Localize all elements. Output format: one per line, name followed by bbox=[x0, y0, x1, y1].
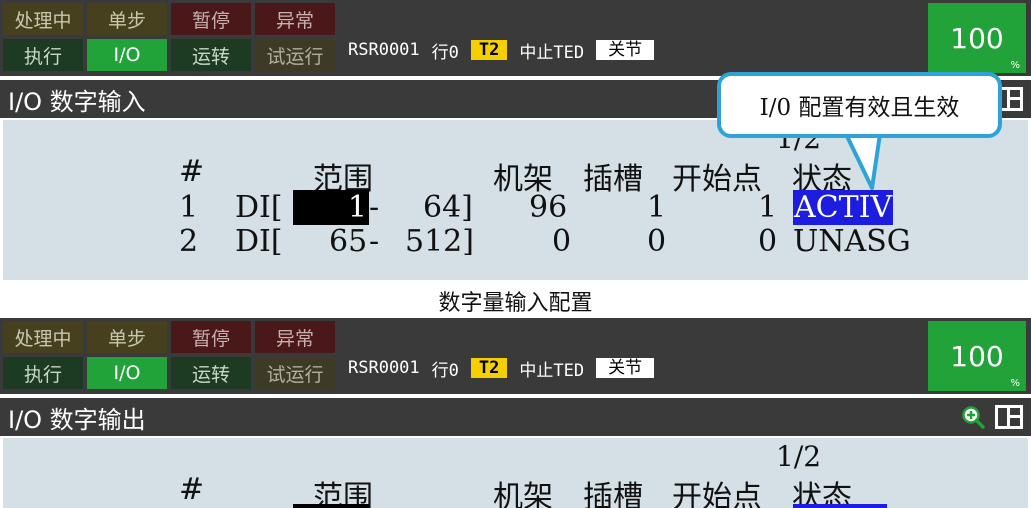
status-hold: 暂停 bbox=[171, 321, 251, 353]
status-highlight-partial bbox=[793, 504, 887, 508]
coord-badge: 关节 bbox=[596, 40, 655, 60]
status-busy: 处理中 bbox=[3, 3, 83, 35]
status-io: I/O bbox=[87, 39, 167, 71]
mode-badge: T2 bbox=[470, 40, 508, 60]
program-status-line: RSR0001 行0 T2 中止TED 关节 bbox=[348, 38, 666, 63]
range-cursor-partial bbox=[293, 504, 369, 508]
row2-start-index[interactable]: 65 bbox=[329, 224, 367, 259]
speed-override[interactable]: 100 % bbox=[928, 321, 1026, 391]
status-indicators: 处理中 单步 暂停 异常 执行 I/O 运转 试运行 bbox=[3, 321, 341, 391]
zoom-in-icon[interactable] bbox=[961, 405, 985, 429]
row1-rack[interactable]: 96 bbox=[529, 190, 567, 225]
header-num: # bbox=[179, 154, 205, 189]
figure-caption: 数字量输入配置 bbox=[0, 285, 1031, 316]
status-hold: 暂停 bbox=[171, 3, 251, 35]
status-tcyc: 试运行 bbox=[255, 39, 335, 71]
header-rack: 机架 bbox=[493, 480, 553, 508]
status-bar: 处理中 单步 暂停 异常 执行 I/O 运转 试运行 RSR0001 行0 T2… bbox=[0, 0, 1031, 76]
row1-slot[interactable]: 1 bbox=[647, 190, 666, 225]
row2-sep: - bbox=[369, 224, 380, 259]
row2-start[interactable]: 0 bbox=[758, 224, 777, 259]
row1-end-index[interactable]: 64] bbox=[423, 190, 473, 225]
status-indicators: 处理中 单步 暂停 异常 执行 I/O 运转 试运行 bbox=[3, 3, 341, 73]
status-busy: 处理中 bbox=[3, 321, 83, 353]
row2-num: 2 bbox=[179, 224, 199, 259]
override-value: 100 bbox=[950, 21, 1004, 55]
program-name: RSR0001 bbox=[348, 40, 420, 60]
row1-start-index-cursor[interactable]: 1 bbox=[293, 190, 369, 225]
header-start: 开始点 bbox=[672, 480, 762, 508]
program-line: 行0 bbox=[431, 42, 459, 63]
status-fault: 异常 bbox=[255, 321, 335, 353]
override-unit: % bbox=[1010, 60, 1020, 71]
status-io: I/O bbox=[87, 357, 167, 389]
status-step: 单步 bbox=[87, 3, 167, 35]
header-num: # bbox=[179, 472, 205, 507]
override-value: 100 bbox=[950, 339, 1004, 373]
row2-slot[interactable]: 0 bbox=[647, 224, 666, 259]
title-icons bbox=[961, 405, 1023, 429]
output-config-table: 1/2 # 范围 机架 插槽 开始点 状态 bbox=[3, 438, 1028, 508]
header-slot: 插槽 bbox=[583, 480, 643, 508]
status-tcyc: 试运行 bbox=[255, 357, 335, 389]
callout-tail bbox=[844, 134, 884, 190]
header-start: 开始点 bbox=[672, 162, 762, 197]
header-slot: 插槽 bbox=[583, 162, 643, 197]
row2-status: UNASG bbox=[793, 224, 911, 259]
override-unit: % bbox=[1010, 378, 1020, 389]
status-step: 单步 bbox=[87, 321, 167, 353]
screen-title: I/O 数字输入 bbox=[8, 87, 146, 116]
digital-output-panel: 处理中 单步 暂停 异常 执行 I/O 运转 试运行 RSR0001 行0 T2… bbox=[0, 318, 1031, 508]
layout-icon[interactable] bbox=[995, 405, 1023, 429]
status-run: 执行 bbox=[3, 39, 83, 71]
header-range: 范围 bbox=[313, 480, 373, 508]
program-state: 中止TED bbox=[519, 360, 585, 381]
row1-status: ACTIV bbox=[793, 190, 894, 225]
page-indicator: 1/2 bbox=[776, 440, 822, 473]
program-status-line: RSR0001 行0 T2 中止TED 关节 bbox=[348, 356, 666, 381]
program-state: 中止TED bbox=[519, 42, 585, 63]
speed-override[interactable]: 100 % bbox=[928, 3, 1026, 73]
status-fault: 异常 bbox=[255, 3, 335, 35]
row2-end-index[interactable]: 512] bbox=[405, 224, 474, 259]
status-bar: 处理中 单步 暂停 异常 执行 I/O 运转 试运行 RSR0001 行0 T2… bbox=[0, 318, 1031, 394]
screen-title: I/O 数字输出 bbox=[8, 405, 146, 434]
row1-sep: - bbox=[369, 190, 380, 225]
screen-title-bar: I/O 数字输出 bbox=[0, 398, 1031, 436]
mode-badge: T2 bbox=[470, 358, 508, 378]
status-run: 执行 bbox=[3, 357, 83, 389]
status-prod: 运转 bbox=[171, 39, 251, 71]
program-line: 行0 bbox=[431, 360, 459, 381]
row2-rack[interactable]: 0 bbox=[552, 224, 571, 259]
coord-badge: 关节 bbox=[596, 358, 655, 378]
row1-num: 1 bbox=[179, 190, 199, 225]
status-prod: 运转 bbox=[171, 357, 251, 389]
row1-start[interactable]: 1 bbox=[758, 190, 777, 225]
row2-type: DI[ bbox=[235, 224, 283, 259]
header-status: 状态 bbox=[792, 480, 852, 508]
row1-type: DI[ bbox=[235, 190, 283, 225]
program-name: RSR0001 bbox=[348, 358, 420, 378]
callout-bubble: I/0 配置有效且生效 bbox=[717, 72, 1002, 138]
